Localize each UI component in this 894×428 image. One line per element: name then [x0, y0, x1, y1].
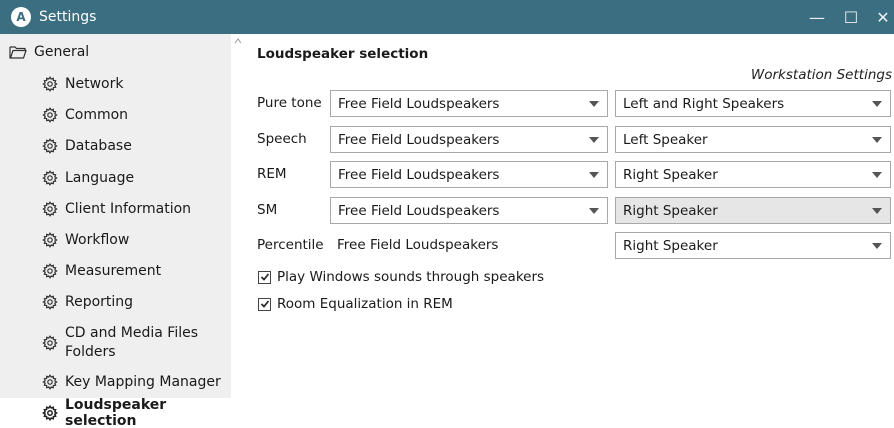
- chevron-down-icon: [872, 208, 882, 214]
- sidebar-item-label: Key Mapping Manager: [65, 374, 221, 390]
- sidebar-splitter[interactable]: [231, 34, 241, 428]
- workstation-settings-label: Workstation Settings: [750, 67, 892, 83]
- checkbox-box[interactable]: [258, 297, 271, 311]
- chevron-down-icon: [872, 137, 882, 143]
- row-label-percentile: Percentile: [257, 237, 324, 253]
- dropdown-value: Free Field Loudspeakers: [338, 166, 500, 183]
- sidebar-item-client-information[interactable]: Client Information: [0, 195, 231, 223]
- sidebar-item-label: Common: [65, 107, 129, 123]
- dropdown-value: Free Field Loudspeakers: [338, 131, 500, 148]
- play-windows-sounds-checkbox[interactable]: Play Windows sounds through speakers: [258, 269, 544, 285]
- gear-icon: [42, 76, 58, 92]
- sidebar-item-label: General: [34, 44, 90, 60]
- pure-tone-source-dropdown[interactable]: Free Field Loudspeakers: [330, 90, 608, 117]
- sidebar-item-label: Workflow: [65, 232, 130, 248]
- settings-sidebar: General Network Common Database Language…: [0, 34, 231, 428]
- sidebar-item-network[interactable]: Network: [0, 70, 231, 98]
- sidebar-item-database[interactable]: Database: [0, 132, 231, 160]
- speech-source-dropdown[interactable]: Free Field Loudspeakers: [330, 126, 608, 153]
- row-label-rem: REM: [257, 166, 287, 182]
- pure-tone-speaker-dropdown[interactable]: Left and Right Speakers: [615, 90, 891, 117]
- dropdown-value: Free Field Loudspeakers: [338, 95, 500, 112]
- room-equalization-checkbox[interactable]: Room Equalization in REM: [258, 296, 453, 312]
- sidebar-item-common[interactable]: Common: [0, 101, 231, 129]
- dropdown-value: Right Speaker: [623, 237, 718, 254]
- rem-speaker-dropdown[interactable]: Right Speaker: [615, 161, 891, 188]
- check-icon: [260, 273, 269, 281]
- sidebar-item-label: Client Information: [65, 201, 192, 217]
- percentile-source-value: Free Field Loudspeakers: [337, 237, 499, 253]
- sidebar-item-cd-media-folders[interactable]: CD and Media Files Folders: [0, 320, 231, 366]
- sidebar-item-key-mapping-manager[interactable]: Key Mapping Manager: [0, 368, 231, 396]
- chevron-down-icon: [589, 208, 599, 214]
- gear-icon: [42, 170, 58, 186]
- checkbox-label: Room Equalization in REM: [277, 296, 453, 312]
- title-bar: A Settings — ☐ ✕: [0, 0, 894, 34]
- sidebar-item-reporting[interactable]: Reporting: [0, 288, 231, 316]
- folder-open-icon: [9, 46, 27, 59]
- gear-icon: [42, 335, 58, 351]
- row-label-pure-tone: Pure tone: [257, 95, 322, 111]
- sidebar-item-general[interactable]: General: [0, 38, 231, 66]
- gear-icon: [42, 294, 58, 310]
- app-logo-icon: A: [11, 7, 31, 27]
- sidebar-item-measurement[interactable]: Measurement: [0, 257, 231, 285]
- percentile-speaker-dropdown[interactable]: Right Speaker: [615, 232, 891, 259]
- sidebar-item-label: Network: [65, 76, 124, 92]
- gear-icon: [42, 405, 58, 421]
- gear-icon: [42, 107, 58, 123]
- dropdown-value: Left Speaker: [623, 131, 708, 148]
- chevron-down-icon: [589, 101, 599, 107]
- sidebar-item-label: Language: [65, 170, 135, 186]
- sidebar-item-language[interactable]: Language: [0, 164, 231, 192]
- chevron-down-icon: [872, 101, 882, 107]
- rem-source-dropdown[interactable]: Free Field Loudspeakers: [330, 161, 608, 188]
- sidebar-item-label: CD and Media Files Folders: [65, 325, 199, 360]
- dropdown-value: Right Speaker: [623, 166, 718, 183]
- dropdown-value: Free Field Loudspeakers: [338, 202, 500, 219]
- sidebar-item-loudspeaker-selection[interactable]: Loudspeaker selection: [0, 397, 231, 428]
- row-label-speech: Speech: [257, 131, 307, 147]
- close-button[interactable]: ✕: [866, 0, 894, 34]
- gear-icon: [42, 138, 58, 154]
- chevron-down-icon: [589, 137, 599, 143]
- gear-icon: [42, 232, 58, 248]
- gear-icon: [42, 374, 58, 390]
- sidebar-item-label: Loudspeaker selection: [65, 397, 167, 428]
- dropdown-value: Right Speaker: [623, 202, 718, 219]
- dropdown-value: Left and Right Speakers: [623, 95, 785, 112]
- checkbox-box[interactable]: [258, 270, 271, 284]
- sidebar-item-label: Reporting: [65, 294, 134, 310]
- maximize-button[interactable]: ☐: [834, 0, 868, 34]
- speech-speaker-dropdown[interactable]: Left Speaker: [615, 126, 891, 153]
- settings-panel: Loudspeaker selection Workstation Settin…: [241, 34, 894, 428]
- check-icon: [260, 300, 269, 308]
- sm-source-dropdown[interactable]: Free Field Loudspeakers: [330, 197, 608, 224]
- gear-icon: [42, 201, 58, 217]
- sidebar-item-label: Database: [65, 138, 132, 154]
- sidebar-item-label: Measurement: [65, 263, 162, 279]
- chevron-down-icon: [872, 172, 882, 178]
- row-label-sm: SM: [257, 202, 278, 218]
- minimize-button[interactable]: —: [800, 0, 834, 34]
- sm-speaker-dropdown[interactable]: Right Speaker: [615, 197, 891, 224]
- chevron-down-icon: [872, 243, 882, 249]
- gear-icon: [42, 263, 58, 279]
- chevron-down-icon: [589, 172, 599, 178]
- window-title: Settings: [39, 9, 97, 25]
- section-heading: Loudspeaker selection: [257, 46, 429, 62]
- sidebar-item-workflow[interactable]: Workflow: [0, 226, 231, 254]
- checkbox-label: Play Windows sounds through speakers: [277, 269, 545, 285]
